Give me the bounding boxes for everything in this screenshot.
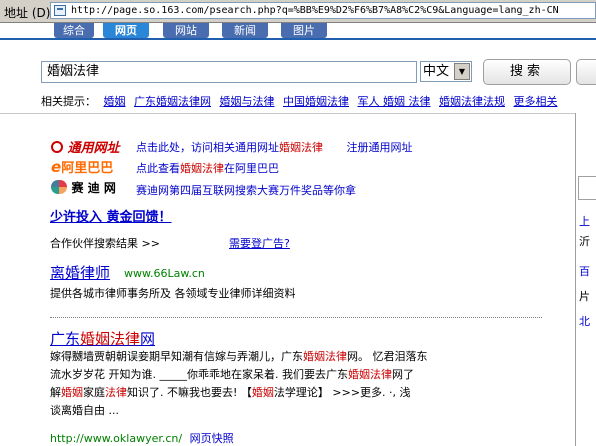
related-link[interactable]: 广东婚姻法律网 xyxy=(134,95,211,108)
tab-images[interactable]: 图片 xyxy=(281,23,327,38)
sidebar-text: 沂 xyxy=(579,235,590,248)
result-url-line: http://www.oklawyer.cn/ 网页快照 xyxy=(50,430,234,446)
language-select[interactable]: 中文 ▼ xyxy=(420,61,472,82)
related-link[interactable]: 军人 婚姻 法律 xyxy=(358,95,431,108)
dropdown-arrow-icon[interactable]: ▼ xyxy=(454,63,470,80)
saidi-icon xyxy=(51,180,67,194)
tab-sites[interactable]: 网站 xyxy=(163,23,209,38)
alibaba-line: 点此查看婚姻法律在阿里巴巴 xyxy=(136,160,279,176)
address-field[interactable]: http://page.so.163.com/psearch.php?q=%BB… xyxy=(50,2,596,19)
address-label: 地址 (D) xyxy=(4,6,51,20)
tongyong-link[interactable]: 点击此处，访问相关通用网址婚姻法律 xyxy=(136,141,323,154)
result-title[interactable]: 广东婚姻法律网 xyxy=(50,328,155,349)
result-divider xyxy=(50,317,542,318)
register-link[interactable]: 注册通用网址 xyxy=(347,141,413,154)
related-link[interactable]: 婚姻与法律 xyxy=(220,95,275,108)
secondary-button[interactable] xyxy=(576,59,596,85)
related-searches: 相关提示： 婚姻 广东婚姻法律网 婚姻与法律 中国婚姻法律 军人 婚姻 法律 婚… xyxy=(41,93,563,109)
result-title[interactable]: 离婚律师 xyxy=(50,262,110,283)
alibaba-icon: e xyxy=(51,158,62,176)
page-icon xyxy=(54,5,66,16)
search-tabs: 综合 网页 网站 新闻 图片 xyxy=(0,23,596,39)
partner-results-label: 合作伙伴搜索结果 >> xyxy=(50,237,160,250)
saidi-logo: 赛 迪 网 xyxy=(51,179,116,196)
result-url: http://www.oklawyer.cn/ xyxy=(50,432,183,445)
tongyong-logo: 通用网址 xyxy=(51,137,120,156)
search-button[interactable]: 搜索 xyxy=(483,59,571,85)
tongyong-line: 点击此处，访问相关通用网址婚姻法律 注册通用网址 xyxy=(136,139,413,155)
result-description: 嫁得嬲墙贾朝朝误妾期早知潮有信嫁与弄潮儿，广东婚姻法律网。 忆君泪落东 流水岁岁… xyxy=(50,350,428,417)
search-input[interactable]: 婚姻法律 xyxy=(41,61,417,83)
sidebar-text[interactable]: 上 xyxy=(579,213,590,229)
saidi-line: 赛迪网第四届互联网搜索大赛万件奖品等你拿 xyxy=(136,182,356,198)
sidebar-box xyxy=(578,176,596,200)
alibaba-link[interactable]: 点此查看婚姻法律在阿里巴巴 xyxy=(136,162,279,175)
related-label: 相关提示： xyxy=(41,95,96,108)
search-query[interactable]: 婚姻法律 xyxy=(47,64,99,79)
sidebar-text[interactable]: 百 xyxy=(579,263,590,279)
promo-link[interactable]: 少许投入 黄金回馈！ xyxy=(50,206,172,225)
cache-link[interactable]: 网页快照 xyxy=(190,432,234,445)
divider xyxy=(0,113,575,114)
saidi-link[interactable]: 赛迪网第四届互联网搜索大赛万件奖品等你拿 xyxy=(136,184,356,197)
related-link[interactable]: 中国婚姻法律 xyxy=(283,95,349,108)
related-link[interactable]: 更多相关 xyxy=(514,95,558,108)
tongyong-icon xyxy=(51,141,63,153)
related-link[interactable]: 婚姻法律法规 xyxy=(439,95,505,108)
right-sidebar: 上 沂 百 片 北 xyxy=(575,113,596,446)
result-description: 提供各城市律师事务所及 各领域专业律师详细资料 xyxy=(50,287,296,300)
alibaba-logo: e阿里巴巴 xyxy=(51,158,114,176)
related-link[interactable]: 婚姻 xyxy=(104,95,126,108)
address-bar: 地址 (D) http://page.so.163.com/psearch.ph… xyxy=(0,0,596,23)
address-url[interactable]: http://page.so.163.com/psearch.php?q=%BB… xyxy=(71,5,559,16)
tab-web[interactable]: 网页 xyxy=(103,23,149,38)
sidebar-text: 片 xyxy=(579,290,590,303)
tab-all[interactable]: 综合 xyxy=(54,23,94,38)
tab-divider xyxy=(0,38,596,40)
advertise-link[interactable]: 需要登广告? xyxy=(229,235,290,251)
sidebar-text[interactable]: 北 xyxy=(579,313,590,329)
tab-news[interactable]: 新闻 xyxy=(222,23,268,38)
result-url: www.66Law.cn xyxy=(124,267,205,280)
language-value: 中文 xyxy=(423,64,450,79)
